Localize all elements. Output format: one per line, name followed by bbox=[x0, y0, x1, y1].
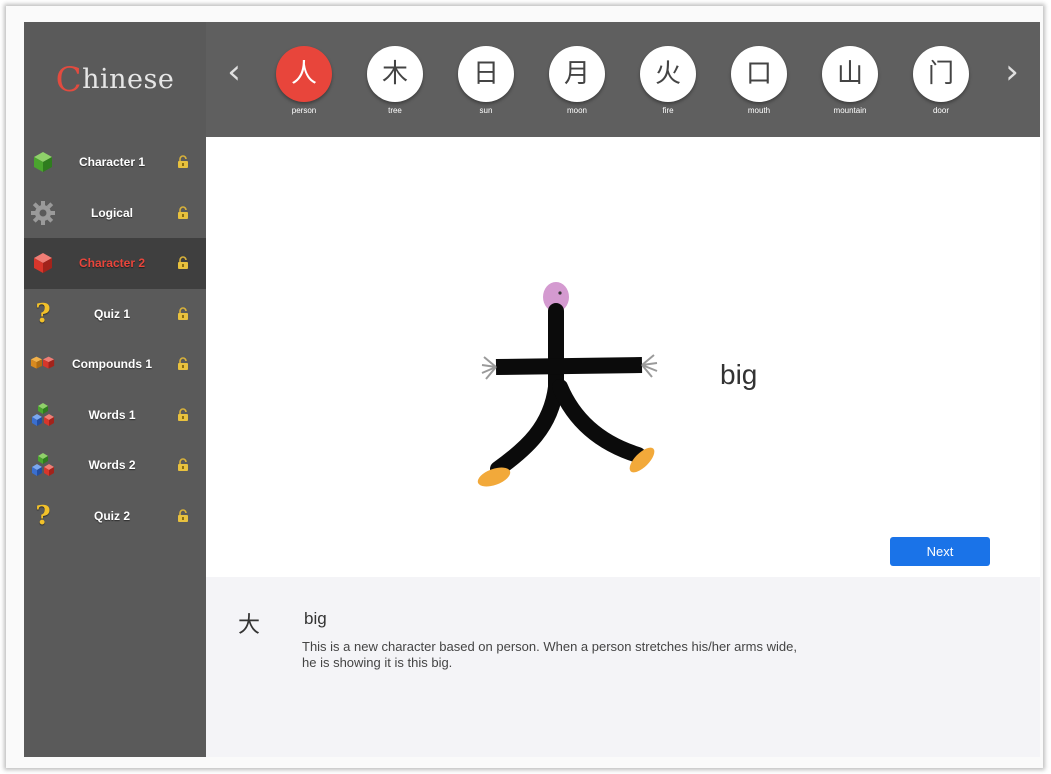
sidebar-item-compounds-1[interactable]: Compounds 1 bbox=[24, 339, 206, 390]
lesson-main: big Next bbox=[206, 137, 1040, 577]
description-text: This is a new character based on person.… bbox=[302, 639, 797, 670]
char-glyph: 山 bbox=[822, 46, 878, 102]
lock-icon bbox=[176, 458, 190, 472]
char-button-fire[interactable]: 火 fire bbox=[636, 46, 700, 115]
char-label: mouth bbox=[747, 106, 771, 115]
char-label: mountain bbox=[833, 106, 867, 115]
sidebar-item-logical[interactable]: Logical bbox=[24, 188, 206, 239]
prev-arrow[interactable]: ‹ bbox=[222, 52, 246, 92]
lock-icon bbox=[176, 155, 190, 169]
lock-icon bbox=[176, 509, 190, 523]
char-button-mountain[interactable]: 山 mountain bbox=[818, 46, 882, 115]
sidebar-item-label: Quiz 1 bbox=[93, 306, 130, 321]
description-character: 大 bbox=[238, 613, 261, 638]
logo-initial: C bbox=[55, 59, 83, 100]
next-arrow[interactable]: › bbox=[1000, 52, 1024, 92]
character-bar: ‹ 人 person 木 tree 日 sun 月 moon 火 fire 口 … bbox=[206, 22, 1040, 137]
sidebar-item-character-2[interactable]: Character 2 bbox=[24, 238, 206, 289]
stroke-right-leg bbox=[552, 379, 646, 463]
logo-text: hinese bbox=[82, 64, 175, 95]
char-label: door bbox=[932, 106, 949, 115]
gear-icon bbox=[30, 200, 56, 226]
lesson-menu: Character 1 Logical Character 2 ? Quiz 1… bbox=[24, 137, 206, 541]
char-glyph: 人 bbox=[276, 46, 332, 102]
char-button-moon[interactable]: 月 moon bbox=[545, 46, 609, 115]
lock-icon bbox=[176, 206, 190, 220]
char-glyph: 日 bbox=[458, 46, 514, 102]
char-glyph: 月 bbox=[549, 46, 605, 102]
sidebar-item-quiz-2[interactable]: ? Quiz 2 bbox=[24, 491, 206, 542]
green-cube-icon bbox=[30, 149, 56, 175]
sidebar-item-label: Compounds 1 bbox=[72, 357, 152, 372]
stacked-cubes-icon bbox=[30, 402, 56, 428]
char-label: tree bbox=[388, 106, 402, 115]
sidebar-item-character-1[interactable]: Character 1 bbox=[24, 137, 206, 188]
char-label: moon bbox=[566, 106, 587, 115]
lock-icon bbox=[176, 357, 190, 371]
lock-icon bbox=[176, 408, 190, 422]
sidebar-item-label: Character 1 bbox=[78, 155, 146, 170]
sidebar-item-label: Character 2 bbox=[78, 256, 146, 271]
stroke-arms bbox=[495, 357, 643, 375]
lock-icon bbox=[176, 307, 190, 321]
char-label: sun bbox=[479, 106, 493, 115]
char-label: person bbox=[291, 106, 317, 115]
char-glyph: 木 bbox=[367, 46, 423, 102]
app: Chinese Character 1 Logical Character 2 … bbox=[24, 22, 1040, 757]
sidebar-item-label: Words 2 bbox=[88, 458, 136, 473]
char-glyph: 口 bbox=[731, 46, 787, 102]
question-icon: ? bbox=[35, 298, 51, 329]
meaning-label: big bbox=[720, 359, 758, 390]
sidebar-item-label: Quiz 2 bbox=[93, 508, 130, 523]
char-label: fire bbox=[662, 106, 674, 115]
char-button-mouth[interactable]: 口 mouth bbox=[727, 46, 791, 115]
description-word: big bbox=[304, 609, 327, 628]
stroke-left-leg bbox=[490, 303, 564, 477]
sidebar-item-quiz-1[interactable]: ? Quiz 1 bbox=[24, 289, 206, 340]
right-hand bbox=[641, 354, 658, 378]
stacked-cubes-icon bbox=[30, 452, 56, 478]
char-button-door[interactable]: 门 door bbox=[909, 46, 973, 115]
description-panel: 大 big This is a new character based on p… bbox=[206, 577, 1040, 757]
red-cube-icon bbox=[30, 250, 56, 276]
next-button[interactable]: Next bbox=[890, 537, 990, 566]
left-hand bbox=[481, 356, 497, 380]
char-button-person[interactable]: 人 person bbox=[272, 46, 336, 115]
character-illustration bbox=[477, 282, 658, 487]
figure-eye bbox=[558, 291, 562, 295]
lock-icon bbox=[176, 256, 190, 270]
sidebar-item-label: Logical bbox=[90, 205, 133, 220]
char-button-tree[interactable]: 木 tree bbox=[363, 46, 427, 115]
compound-cubes-icon bbox=[30, 351, 56, 377]
char-button-sun[interactable]: 日 sun bbox=[454, 46, 518, 115]
char-glyph: 门 bbox=[913, 46, 969, 102]
sidebar-item-words-2[interactable]: Words 2 bbox=[24, 440, 206, 491]
logo: Chinese bbox=[24, 22, 206, 137]
question-icon: ? bbox=[35, 500, 51, 531]
sidebar: Chinese Character 1 Logical Character 2 … bbox=[24, 22, 206, 757]
char-glyph: 火 bbox=[640, 46, 696, 102]
sidebar-item-label: Words 1 bbox=[88, 407, 136, 422]
sidebar-item-words-1[interactable]: Words 1 bbox=[24, 390, 206, 441]
